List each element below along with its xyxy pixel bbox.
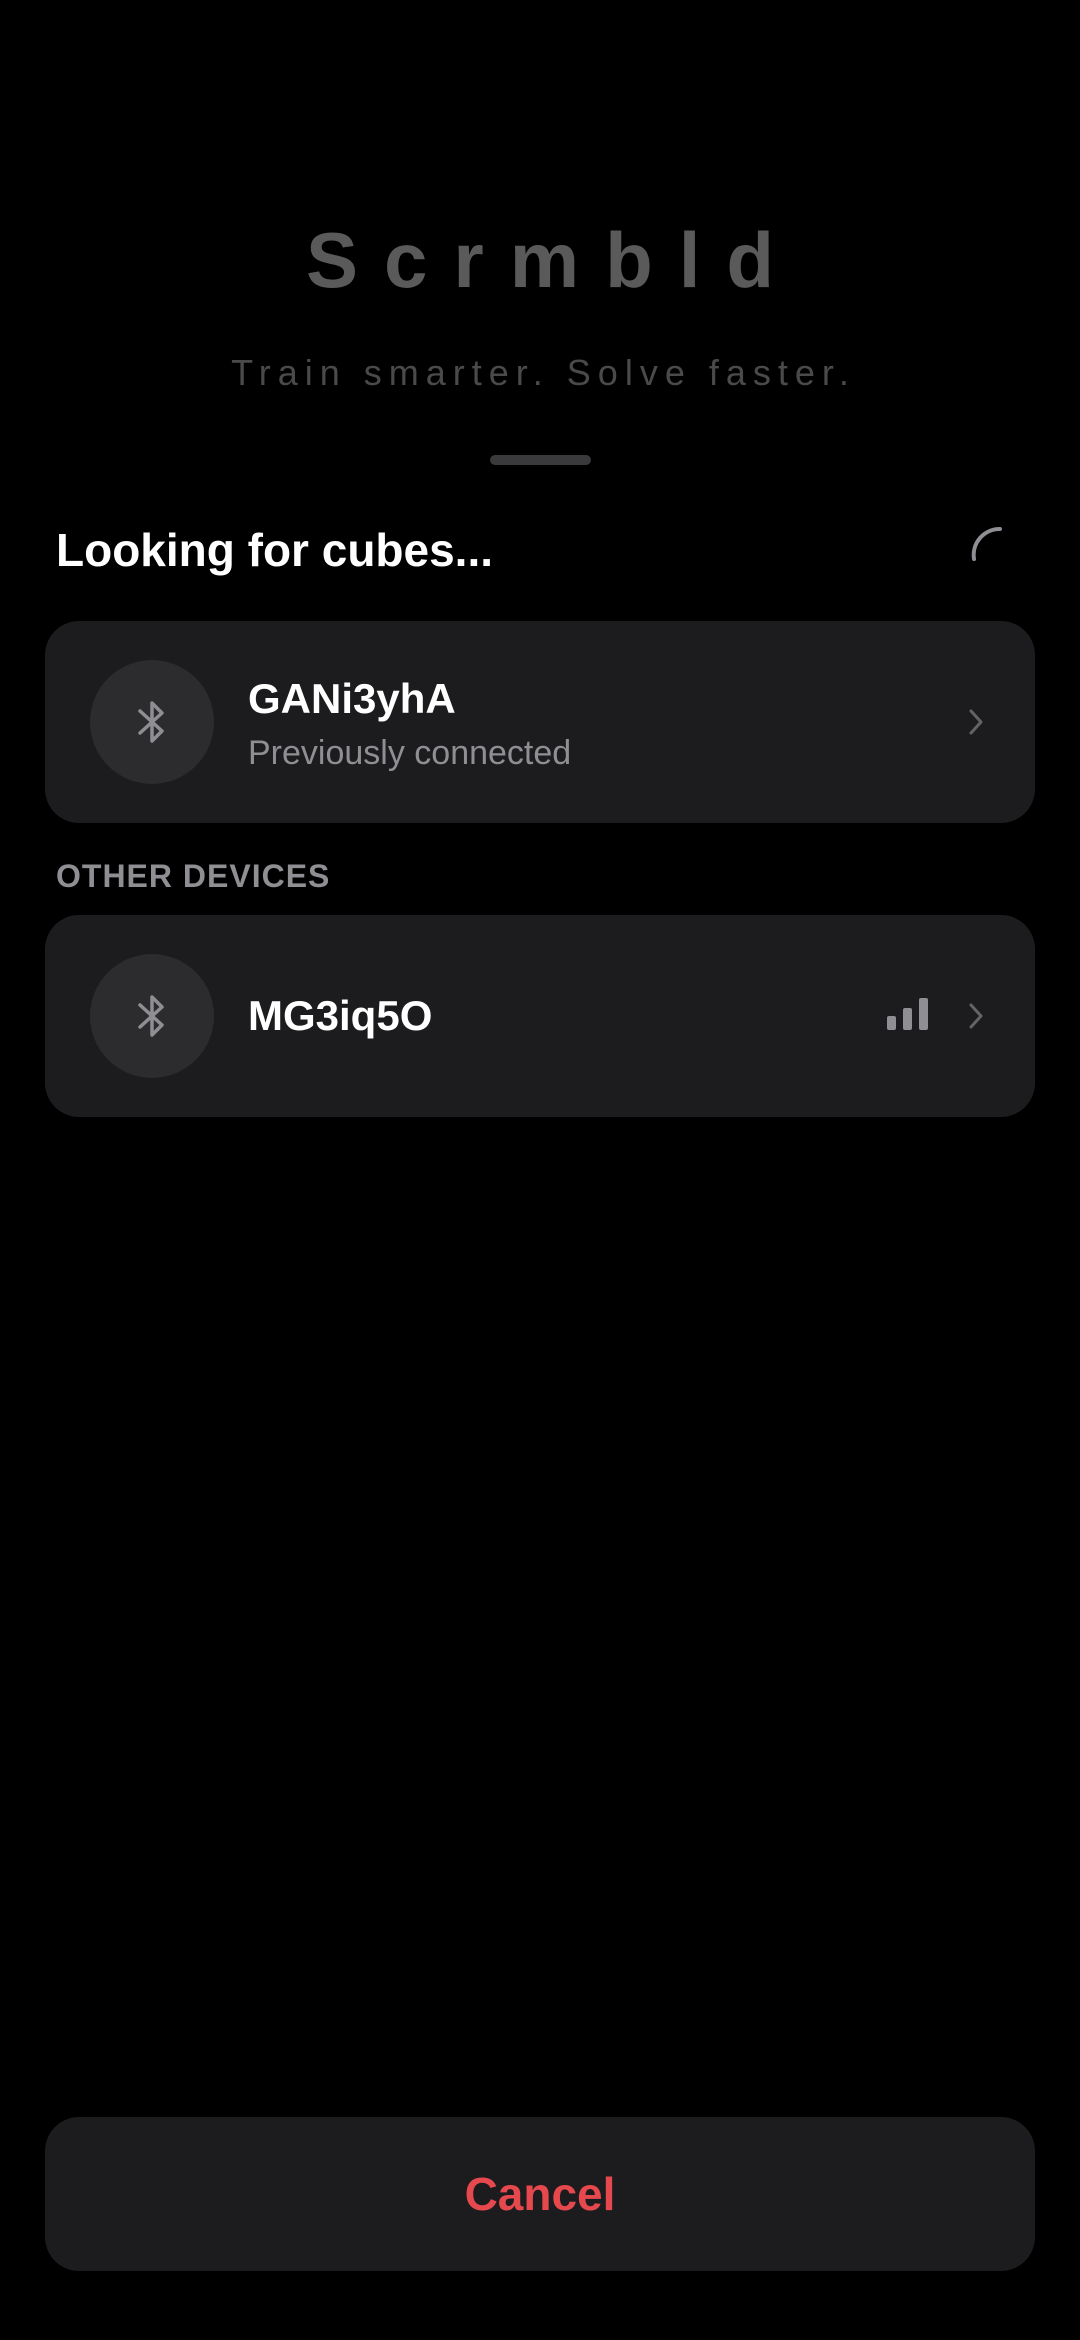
- device-card-previous[interactable]: GANi3yhA Previously connected: [45, 621, 1035, 823]
- device-name: MG3iq5O: [248, 992, 433, 1039]
- app-tagline: Train smarter. Solve faster.: [231, 352, 856, 393]
- device-name: GANi3yhA: [248, 675, 456, 722]
- cancel-button-label: Cancel: [464, 2168, 616, 2220]
- signal-strength-icon: [887, 998, 928, 1030]
- device-icon-circle: [90, 954, 214, 1078]
- other-devices-label: OTHER DEVICES: [56, 858, 331, 894]
- device-card-other[interactable]: MG3iq5O: [45, 915, 1035, 1117]
- bluetooth-icon: [138, 995, 164, 1037]
- cancel-button[interactable]: Cancel: [45, 2117, 1035, 2271]
- bluetooth-icon: [138, 701, 164, 743]
- scanning-heading: Looking for cubes...: [56, 524, 494, 576]
- chevron-right-icon: [969, 709, 983, 735]
- loading-spinner-icon: [971, 526, 1002, 561]
- device-icon-circle: [90, 660, 214, 784]
- sheet-drag-handle[interactable]: [490, 455, 591, 465]
- device-status: Previously connected: [248, 734, 572, 772]
- app-brand-title: Scrmbld: [305, 216, 801, 304]
- chevron-right-icon: [969, 1003, 983, 1029]
